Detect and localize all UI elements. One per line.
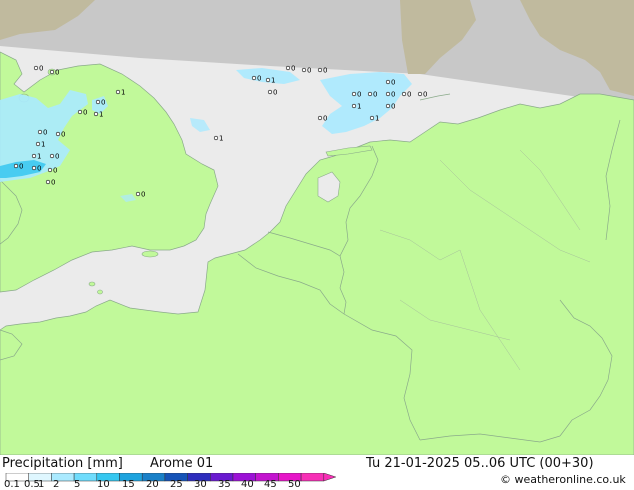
precip-point-value: 1 xyxy=(375,115,379,123)
precip-point-marker xyxy=(251,75,257,81)
precip-point-marker xyxy=(77,109,83,115)
legend-tick: 50 xyxy=(288,479,301,490)
forecast-datetime: Tu 21-01-2025 05..06 UTC (00+30) xyxy=(366,456,594,471)
precip-point-value: 0 xyxy=(407,91,411,99)
precip-point-marker xyxy=(37,129,43,135)
copyright-text: © weatheronline.co.uk xyxy=(500,473,626,486)
precip-point-value: 1 xyxy=(41,141,45,149)
precip-point-value: 1 xyxy=(219,135,223,143)
legend-tick: 45 xyxy=(264,479,277,490)
precip-point-marker xyxy=(267,89,273,95)
legend-tick: 40 xyxy=(241,479,254,490)
precip-point-marker xyxy=(367,91,373,97)
precip-point-value: 0 xyxy=(423,91,427,99)
precip-point-value: 0 xyxy=(43,129,47,137)
legend-tick: 0.1 xyxy=(4,479,20,490)
precip-point-marker xyxy=(401,91,407,97)
precip-point-value: 0 xyxy=(357,91,361,99)
precip-point-value: 0 xyxy=(141,191,145,199)
precip-point-marker xyxy=(385,103,391,109)
precip-point-value: 0 xyxy=(19,163,23,171)
precip-point-marker xyxy=(135,191,141,197)
precip-point-value: 0 xyxy=(391,79,395,87)
precip-point-value: 1 xyxy=(271,77,275,85)
footer-title: Precipitation [mm] xyxy=(2,456,123,471)
precip-point-marker xyxy=(13,163,19,169)
precip-point-value: 0 xyxy=(37,165,41,173)
precip-point-value: 1 xyxy=(121,89,125,97)
precip-point-value: 0 xyxy=(61,131,65,139)
precip-point-marker xyxy=(115,89,121,95)
precip-point-marker xyxy=(369,115,375,121)
precip-point-value: 0 xyxy=(51,179,55,187)
precip-point-value: 0 xyxy=(307,67,311,75)
precip-point-marker xyxy=(93,111,99,117)
precip-point-value: 0 xyxy=(53,167,57,175)
precip-point-value: 0 xyxy=(83,109,87,117)
precip-point-value: 0 xyxy=(39,65,43,73)
legend-tick: 10 xyxy=(97,479,110,490)
precip-point-marker xyxy=(47,167,53,173)
legend-tick: 20 xyxy=(146,479,159,490)
precip-point-marker xyxy=(385,91,391,97)
legend-arrow xyxy=(323,473,337,482)
precip-point-marker xyxy=(285,65,291,71)
precip-point-value: 0 xyxy=(323,115,327,123)
precip-point-marker xyxy=(385,79,391,85)
precip-point-value: 0 xyxy=(291,65,295,73)
precip-point-marker xyxy=(301,67,307,73)
precip-point-marker xyxy=(95,99,101,105)
precip-point-marker xyxy=(213,135,219,141)
precip-point-value: 0 xyxy=(101,99,105,107)
precip-point-value: 1 xyxy=(99,111,103,119)
precip-point-marker xyxy=(35,141,41,147)
legend-tick: 5 xyxy=(74,479,81,490)
precip-point-value: 1 xyxy=(37,153,41,161)
precip-point-value: 0 xyxy=(273,89,277,97)
precipitation-map: 0 0 1 0 1 0 0 0 1 0 1 0 0 0 0 0 1 0 1 0 0 0 0 0 0 0 0 0 0 1 0 1 0 xyxy=(0,0,634,455)
land-channel-island-2 xyxy=(97,289,103,295)
footer: Precipitation [mm] Arome 01 Tu 21-01-202… xyxy=(0,455,634,490)
legend-tick: 35 xyxy=(218,479,231,490)
precip-point-value: 0 xyxy=(55,153,59,161)
precip-point-value: 0 xyxy=(257,75,261,83)
precip-point-value: 0 xyxy=(391,91,395,99)
land-channel-island-1 xyxy=(88,281,96,287)
precip-point-value: 1 xyxy=(357,103,361,111)
precip-point-marker xyxy=(317,67,323,73)
legend-color-segment xyxy=(300,473,325,482)
precip-point-marker xyxy=(31,153,37,159)
precip-point-marker xyxy=(417,91,423,97)
land-isle-of-wight xyxy=(141,250,159,258)
precip-point-marker xyxy=(265,77,271,83)
precip-point-marker xyxy=(31,165,37,171)
precip-point-value: 0 xyxy=(323,67,327,75)
precip-point-value: 0 xyxy=(55,69,59,77)
legend-tick: 1 xyxy=(38,479,45,490)
precip-point-marker xyxy=(351,91,357,97)
precip-point-marker xyxy=(45,179,51,185)
precip-point-marker xyxy=(351,103,357,109)
precip-point-marker xyxy=(49,69,55,75)
legend-tick: 15 xyxy=(122,479,135,490)
legend-tick: 25 xyxy=(170,479,183,490)
precip-point-marker xyxy=(49,153,55,159)
legend-tick: 2 xyxy=(53,479,60,490)
precip-point-value: 0 xyxy=(391,103,395,111)
model-name: Arome 01 xyxy=(150,456,214,471)
precip-point-marker xyxy=(317,115,323,121)
legend-tick: 30 xyxy=(194,479,207,490)
precip-point-value: 0 xyxy=(373,91,377,99)
precip-point-marker xyxy=(55,131,61,137)
precip-point-marker xyxy=(33,65,39,71)
